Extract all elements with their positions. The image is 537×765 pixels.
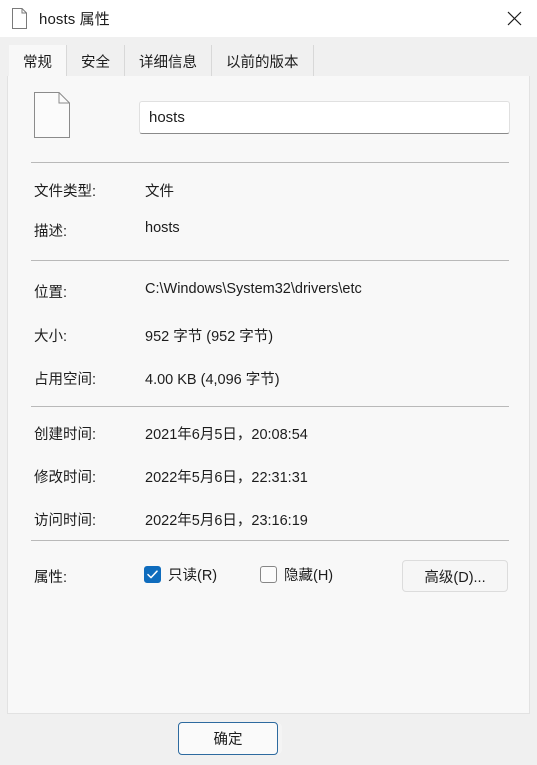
row-size-on-disk: 占用空间: 4.00 KB (4,096 字节): [8, 368, 529, 390]
row-label: 大小:: [34, 329, 68, 345]
tab-details[interactable]: 详细信息: [125, 45, 212, 77]
tab-label: 以前的版本: [226, 54, 299, 71]
row-modified: 修改时间: 2022年5月6日，22:31:31: [8, 466, 529, 488]
row-label: 修改时间:: [34, 470, 97, 486]
row-size: 大小: 952 字节 (952 字节): [8, 325, 529, 347]
readonly-checkbox[interactable]: 只读(R): [144, 564, 217, 585]
tab-label: 详细信息: [139, 54, 197, 71]
tab-security[interactable]: 安全: [67, 45, 125, 77]
separator: [31, 406, 509, 407]
ok-button[interactable]: 确定: [178, 722, 278, 755]
row-file-type: 文件类型: 文件: [8, 180, 529, 202]
tab-strip: 常规 安全 详细信息 以前的版本: [0, 37, 537, 77]
file-document-icon: [11, 8, 28, 29]
row-label: 文件类型:: [34, 184, 97, 200]
row-value: 2022年5月6日，22:31:31: [145, 470, 308, 486]
general-tab-panel: 文件类型: 文件 描述: hosts 位置: C:\Windows\System…: [7, 76, 530, 714]
row-value: 4.00 KB (4,096 字节): [145, 372, 280, 388]
row-label: 创建时间:: [34, 427, 97, 443]
tab-general[interactable]: 常规: [9, 45, 67, 77]
attributes-label: 属性:: [34, 570, 68, 586]
separator: [31, 540, 509, 541]
row-value: C:\Windows\System32\drivers\etc: [145, 281, 362, 297]
row-accessed: 访问时间: 2022年5月6日，23:16:19: [8, 509, 529, 531]
hidden-label: 隐藏(H): [284, 568, 334, 584]
file-document-icon: [34, 92, 70, 138]
row-location: 位置: C:\Windows\System32\drivers\etc: [8, 281, 529, 303]
tab-label: 常规: [23, 54, 52, 71]
row-description: 描述: hosts: [8, 220, 529, 242]
row-created: 创建时间: 2021年6月5日，20:08:54: [8, 423, 529, 445]
tab-label: 安全: [81, 54, 110, 71]
checkbox-box-checked: [144, 566, 161, 583]
hidden-checkbox[interactable]: 隐藏(H): [260, 564, 333, 585]
row-label: 占用空间:: [34, 372, 97, 388]
separator: [31, 162, 509, 163]
file-name-row: [8, 90, 529, 156]
file-name-input[interactable]: [139, 101, 510, 134]
readonly-label: 只读(R): [168, 568, 218, 584]
separator: [31, 260, 509, 261]
row-value: 2022年5月6日，23:16:19: [145, 513, 308, 529]
tab-previous-versions[interactable]: 以前的版本: [212, 45, 314, 77]
row-value: 文件: [145, 184, 174, 200]
title-bar: hosts 属性: [0, 0, 537, 37]
window-title: hosts 属性: [39, 11, 110, 28]
advanced-button[interactable]: 高级(D)...: [402, 560, 508, 592]
row-label: 访问时间:: [34, 513, 97, 529]
row-value: hosts: [145, 220, 180, 236]
checkbox-box-unchecked: [260, 566, 277, 583]
row-value: 952 字节 (952 字节): [145, 329, 274, 345]
row-label: 位置:: [34, 285, 68, 301]
row-label: 描述:: [34, 224, 68, 240]
close-icon[interactable]: [491, 0, 537, 37]
attributes-row: 属性: 只读(R) 隐藏(H) 高级(D)...: [8, 560, 529, 592]
row-value: 2021年6月5日，20:08:54: [145, 427, 308, 443]
